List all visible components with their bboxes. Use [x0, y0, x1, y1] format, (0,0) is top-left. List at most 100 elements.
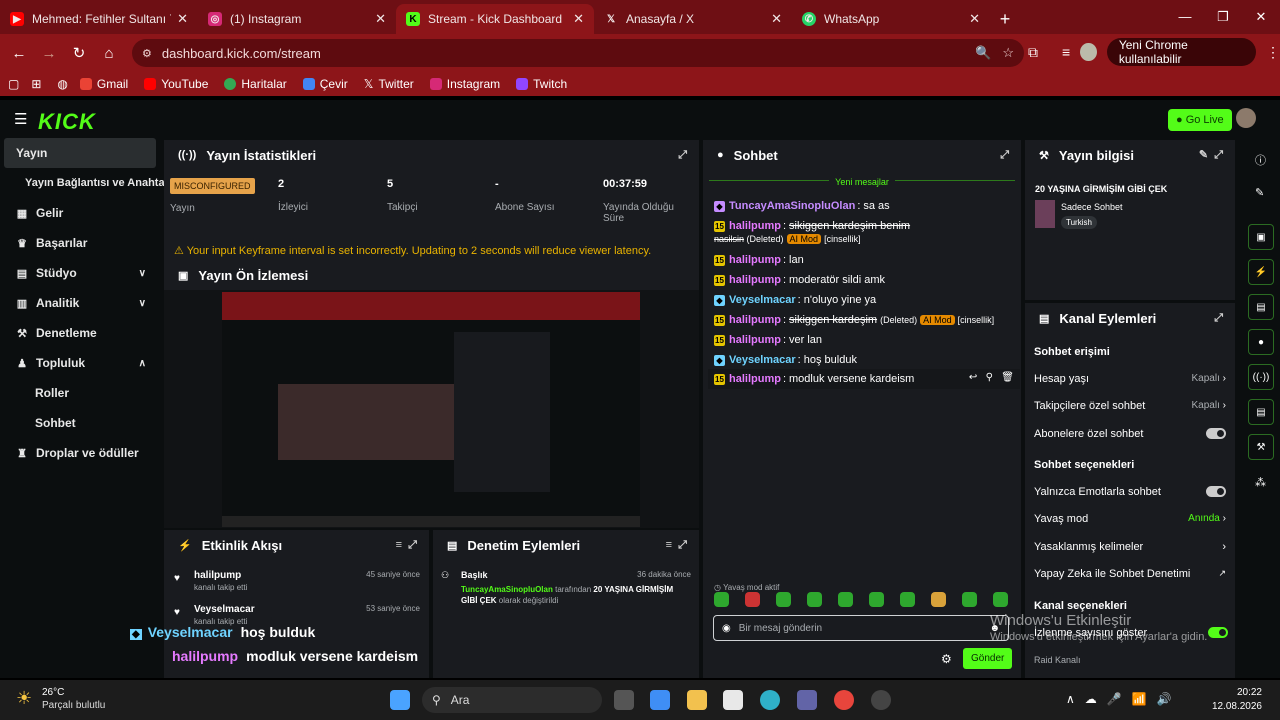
tab-search-icon[interactable]: ▢: [8, 77, 19, 91]
viewcount-toggle[interactable]: [1208, 627, 1228, 638]
stream-preview-video[interactable]: [222, 292, 640, 527]
emote[interactable]: [962, 592, 977, 607]
close-tab-icon[interactable]: ✕: [573, 11, 584, 27]
avatar[interactable]: [1080, 43, 1097, 61]
setting-slow-mode[interactable]: Yavaş mod Anında ›: [1034, 513, 1226, 525]
setting-account-age[interactable]: Hesap yaşı Kapalı ›: [1034, 373, 1226, 385]
file-explorer-icon[interactable]: [687, 690, 707, 710]
filter-and-expand-icons[interactable]: ≡ ⤢: [396, 539, 417, 552]
tab-x[interactable]: 𝕏 Anasayfa / X ✕: [594, 4, 792, 34]
close-tab-icon[interactable]: ✕: [375, 11, 386, 27]
home-button[interactable]: ⌂: [94, 45, 124, 62]
expand-icon[interactable]: ⤢: [678, 149, 687, 162]
chat-message-hovered[interactable]: 15 halilpump: modluk versene kardeism ↩ ⚲…: [708, 369, 1020, 389]
update-chrome-button[interactable]: Yeni Chrome kullanılabilir: [1106, 38, 1256, 66]
emote[interactable]: [776, 592, 791, 607]
close-tab-icon[interactable]: ✕: [969, 11, 980, 27]
store-icon[interactable]: [723, 690, 743, 710]
edit-and-expand-icons[interactable]: ✎ ⤢: [1199, 148, 1223, 162]
chat-message[interactable]: 15 halilpump: ver lan: [714, 334, 822, 346]
kick-logo[interactable]: KICK: [38, 109, 96, 135]
category-name[interactable]: Sadece Sohbet: [1061, 202, 1123, 212]
hamburger-icon[interactable]: ☰: [14, 110, 27, 128]
edge-icon[interactable]: [760, 690, 780, 710]
chat-message[interactable]: ◆ Veyselmacar: hoş bulduk: [714, 354, 857, 366]
emote[interactable]: [869, 592, 884, 607]
sidebar-item-studio[interactable]: ▤ Stüdyo ∨: [0, 258, 160, 288]
reload-button[interactable]: ↻: [64, 44, 94, 62]
emoji-icon[interactable]: ☻: [989, 623, 1000, 634]
extensions-icon[interactable]: ⧉: [1028, 44, 1038, 61]
windows-start-icon[interactable]: [390, 690, 410, 710]
close-window-button[interactable]: ✕: [1242, 0, 1280, 34]
sidebar-item-achievements[interactable]: ♛ Başarılar: [0, 228, 160, 258]
subscribers-only-toggle[interactable]: [1206, 428, 1226, 439]
avatar[interactable]: [1236, 108, 1256, 128]
sidebar-item-stream[interactable]: Yayın: [4, 138, 156, 168]
emote[interactable]: [931, 592, 946, 607]
chat-message[interactable]: 15 halilpump: sikiggen kardeşim (Deleted)…: [714, 314, 994, 326]
setting-followers-only[interactable]: Takipçilere özel sohbet Kapalı ›: [1034, 400, 1226, 412]
reply-icon[interactable]: ↩: [969, 372, 977, 383]
emote[interactable]: [900, 592, 915, 607]
bookmark-twitter[interactable]: 𝕏 Twitter: [364, 77, 414, 91]
address-bar[interactable]: ⚙ dashboard.kick.com/stream 🔍 ☆: [132, 39, 1024, 67]
rail-button-preview[interactable]: ▣: [1248, 224, 1274, 250]
globe-icon[interactable]: ◍: [57, 77, 67, 91]
taskbar-search[interactable]: ⚲ Ara: [422, 687, 602, 713]
emote[interactable]: [745, 592, 760, 607]
setting-raid-channel[interactable]: Raid Kanalı: [1034, 655, 1226, 665]
rail-button-chat[interactable]: ●: [1248, 329, 1274, 355]
rail-button-tools[interactable]: ⚒: [1248, 434, 1274, 460]
emote[interactable]: [838, 592, 853, 607]
copilot-icon[interactable]: [650, 690, 670, 710]
minimize-button[interactable]: —: [1166, 0, 1204, 34]
weather-widget[interactable]: 26°C Parçalı bulutlu: [42, 687, 105, 711]
tab-whatsapp[interactable]: ✆ WhatsApp ✕: [792, 4, 990, 34]
menu-icon[interactable]: ⋮: [1266, 44, 1280, 61]
edit-icon[interactable]: ✎: [1255, 186, 1264, 199]
obs-icon[interactable]: [871, 690, 891, 710]
more-icon[interactable]: ⁂: [1255, 476, 1266, 489]
rail-button-channel[interactable]: ▤: [1248, 399, 1274, 425]
sidebar-item-roles[interactable]: Roller: [0, 378, 160, 408]
chat-message[interactable]: 15 halilpump: sikiggen kardeşim benim nas…: [714, 220, 910, 244]
expand-icon[interactable]: ⤢: [1214, 312, 1223, 325]
tab-youtube[interactable]: ▶ Mehmed: Fetihler Sultanı 7 ✕: [0, 4, 198, 34]
tab-kick[interactable]: K Stream - Kick Dashboard ✕: [396, 4, 594, 34]
emote[interactable]: [714, 592, 729, 607]
close-tab-icon[interactable]: ✕: [771, 11, 782, 27]
popout-icon[interactable]: ⤢: [1000, 149, 1009, 162]
rail-button-activity[interactable]: ⚡: [1248, 259, 1274, 285]
info-icon[interactable]: ⓘ: [1255, 152, 1266, 168]
rail-button-modlog[interactable]: ▤: [1248, 294, 1274, 320]
setting-banned-words[interactable]: Yasaklanmış kelimeler ›: [1034, 541, 1226, 553]
chat-input[interactable]: ◉ Bir mesaj gönderin ☻: [713, 615, 1009, 641]
pin-icon[interactable]: ⚲: [986, 372, 993, 383]
zoom-and-star-icons[interactable]: 🔍 ☆: [975, 45, 1014, 61]
chat-message[interactable]: ◆ Veyselmacar: n'oluyo yine ya: [714, 294, 876, 306]
chat-settings-icon[interactable]: ⚙: [941, 652, 952, 666]
forward-button[interactable]: →: [34, 45, 64, 62]
send-button[interactable]: Gönder: [963, 648, 1013, 669]
new-tab-button[interactable]: +: [990, 4, 1020, 34]
emote[interactable]: [993, 592, 1008, 607]
delete-icon[interactable]: 🗑: [1001, 372, 1014, 383]
site-info-icon[interactable]: ⚙: [142, 47, 152, 60]
bookmark-instagram[interactable]: Instagram: [429, 77, 500, 91]
sidebar-item-moderation[interactable]: ⚒ Denetleme: [0, 318, 160, 348]
sidebar-item-drops[interactable]: ♜ Droplar ve ödüller: [0, 438, 160, 468]
sidebar-item-analytics[interactable]: ▥ Analitik ∨: [0, 288, 160, 318]
bookmark-twitch[interactable]: Twitch: [516, 77, 567, 91]
teams-icon[interactable]: [797, 690, 817, 710]
bookmark-maps[interactable]: Haritalar: [224, 77, 287, 91]
weather-icon[interactable]: ☀: [16, 688, 32, 709]
emote[interactable]: [807, 592, 822, 607]
maximize-button[interactable]: ❐: [1204, 0, 1242, 34]
back-button[interactable]: ←: [4, 45, 34, 62]
emote-only-toggle[interactable]: [1206, 486, 1226, 497]
chrome-icon[interactable]: [834, 690, 854, 710]
tray-icons[interactable]: ∧☁🎤📶🔊: [1066, 692, 1182, 706]
filter-and-expand-icons[interactable]: ≡ ⤢: [666, 539, 687, 552]
clock[interactable]: 20:22 12.08.2026: [1210, 687, 1262, 712]
